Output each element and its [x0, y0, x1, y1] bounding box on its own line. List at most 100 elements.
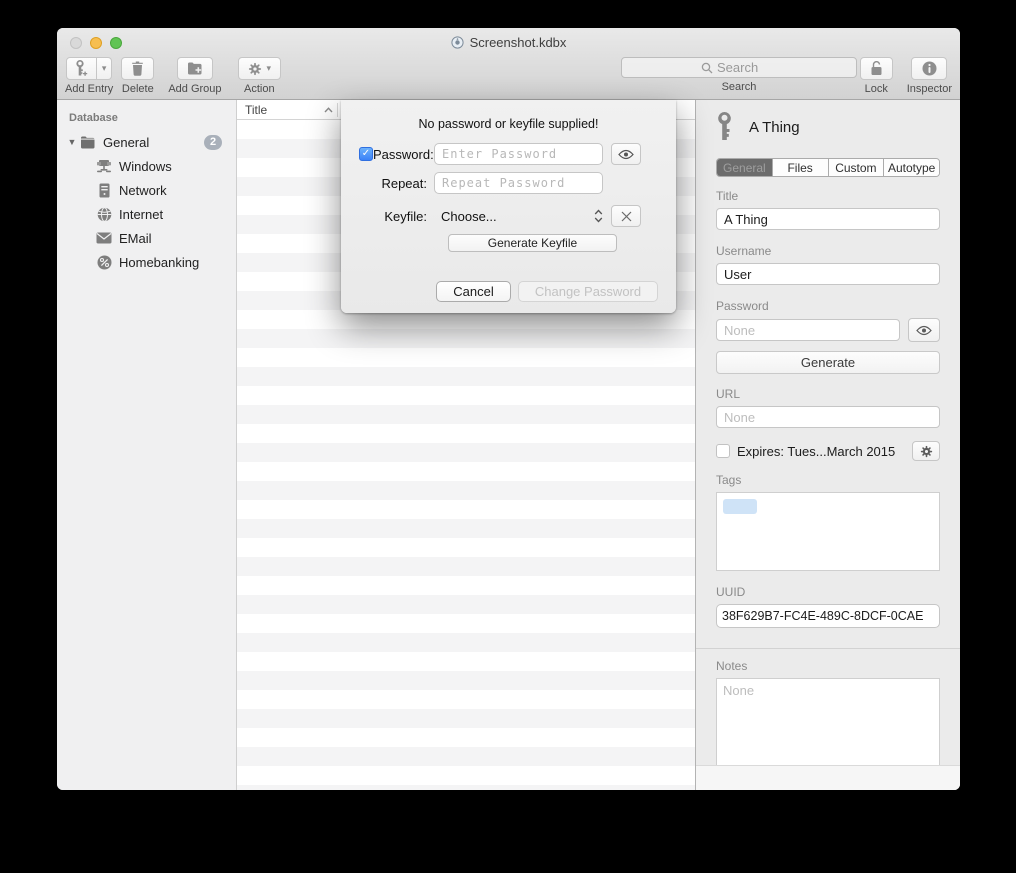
sidebar-item-label: Network [119, 183, 236, 198]
add-entry-label: Add Entry [65, 83, 113, 95]
tab-general[interactable]: General [717, 159, 772, 176]
clear-keyfile-button[interactable] [611, 205, 641, 227]
delete-button[interactable] [121, 57, 154, 80]
info-icon [922, 61, 937, 76]
action-button[interactable]: ▾ [238, 57, 282, 80]
sidebar-item-label: Homebanking [119, 255, 236, 270]
inspector-button[interactable] [911, 57, 947, 80]
tab-files[interactable]: Files [772, 159, 828, 176]
chevron-down-icon: ▾ [267, 63, 272, 74]
lock-button[interactable] [860, 57, 893, 80]
dialog-message: No password or keyfile supplied! [341, 117, 676, 131]
gear-icon [248, 62, 262, 76]
windows-icon [95, 158, 113, 174]
delete-label: Delete [122, 83, 154, 95]
sidebar-item-network[interactable]: Network [57, 178, 236, 202]
tags-field-label: Tags [716, 473, 940, 487]
sidebar-item-general[interactable]: ▼ General 2 [57, 130, 236, 154]
expires-checkbox[interactable] [716, 444, 730, 458]
sidebar-item-label: General [103, 135, 204, 150]
add-entry-toolbar-item: ▾ Add Entry [65, 57, 113, 95]
notes-field[interactable] [716, 678, 940, 772]
username-field[interactable] [716, 263, 940, 285]
tag-token[interactable] [723, 499, 757, 514]
entry-count-badge: 2 [204, 135, 222, 150]
keyfile-select[interactable]: Choose... [434, 209, 603, 224]
url-field[interactable] [716, 406, 940, 428]
search-input[interactable] [717, 60, 777, 75]
stepper-icon [594, 209, 603, 223]
section-divider [696, 648, 960, 649]
app-window: Screenshot.kdbx [57, 28, 960, 790]
dialog-buttons: Cancel Change Password [436, 281, 658, 302]
generate-password-button[interactable]: Generate [716, 351, 940, 374]
add-entry-button[interactable] [66, 57, 97, 80]
add-group-toolbar-item: Add Group [168, 57, 221, 95]
repeat-label: Repeat: [373, 176, 434, 191]
cancel-button[interactable]: Cancel [436, 281, 511, 302]
toolbar-right-group: Lock Inspector [860, 57, 952, 95]
disclosure-triangle-icon[interactable]: ▼ [65, 137, 79, 147]
titlebar-toolbar: Screenshot.kdbx [57, 28, 960, 100]
title-field-label: Title [716, 189, 940, 203]
key-plus-icon [75, 60, 88, 77]
search-label: Search [722, 81, 757, 93]
password-checkbox[interactable]: ✓ [359, 147, 373, 161]
add-group-label: Add Group [168, 83, 221, 95]
keyfile-row: Keyfile: Choose... [359, 205, 658, 227]
sidebar-item-windows[interactable]: Windows [57, 154, 236, 178]
percent-icon [95, 254, 113, 270]
entry-title: A Thing [749, 119, 800, 136]
reveal-password-button[interactable] [908, 318, 940, 342]
uuid-field-label: UUID [716, 585, 940, 599]
notes-field-label: Notes [716, 659, 940, 673]
change-password-dialog: No password or keyfile supplied! ✓ Passw… [341, 100, 676, 313]
reveal-password-button[interactable] [611, 143, 641, 165]
sidebar-section-header: Database [57, 108, 236, 130]
generate-keyfile-button[interactable]: Generate Keyfile [448, 234, 617, 252]
eye-icon [618, 149, 634, 160]
sidebar-item-homebanking[interactable]: Homebanking [57, 250, 236, 274]
search-toolbar-item: Search [621, 57, 857, 93]
add-group-button[interactable] [177, 57, 213, 80]
repeat-password-input[interactable] [434, 172, 603, 194]
window-title-area: Screenshot.kdbx [57, 35, 960, 50]
uuid-field[interactable] [716, 604, 940, 628]
change-password-button[interactable]: Change Password [518, 281, 658, 302]
password-field-label: Password [716, 299, 940, 313]
title-field[interactable] [716, 208, 940, 230]
key-icon [716, 112, 733, 142]
inspector-panel: A Thing General Files Custom Autotype Ti… [695, 100, 960, 790]
action-label: Action [244, 83, 275, 95]
trash-icon [131, 61, 144, 76]
inspector-toolbar-item: Inspector [907, 57, 952, 95]
tags-field[interactable] [716, 492, 940, 571]
enter-password-input[interactable] [434, 143, 603, 165]
sidebar-item-email[interactable]: EMail [57, 226, 236, 250]
lock-label: Lock [865, 83, 888, 95]
unlock-icon [870, 61, 883, 76]
sidebar-item-label: EMail [119, 231, 236, 246]
sidebar-item-label: Internet [119, 207, 236, 222]
tab-autotype[interactable]: Autotype [883, 159, 939, 176]
action-toolbar-item: ▾ Action [238, 57, 282, 95]
search-icon [701, 62, 713, 74]
desktop: Screenshot.kdbx [0, 0, 1016, 873]
search-field[interactable] [621, 57, 857, 78]
sidebar-item-internet[interactable]: Internet [57, 202, 236, 226]
password-label: Password: [373, 147, 434, 162]
expires-settings-button[interactable] [912, 441, 940, 461]
entry-header: A Thing [716, 110, 940, 144]
add-entry-dropdown-button[interactable]: ▾ [97, 57, 113, 80]
keyfile-value: Choose... [434, 209, 594, 224]
repeat-row: Repeat: [359, 172, 658, 194]
tab-custom[interactable]: Custom [828, 159, 884, 176]
close-x-icon [621, 211, 632, 222]
username-field-label: Username [716, 244, 940, 258]
sidebar: Database ▼ General 2 [57, 100, 237, 790]
folder-plus-icon [187, 62, 203, 75]
password-field[interactable] [716, 319, 900, 341]
column-header-title[interactable]: Title [237, 103, 337, 117]
inspector-tabs: General Files Custom Autotype [716, 158, 940, 177]
url-field-label: URL [716, 387, 940, 401]
